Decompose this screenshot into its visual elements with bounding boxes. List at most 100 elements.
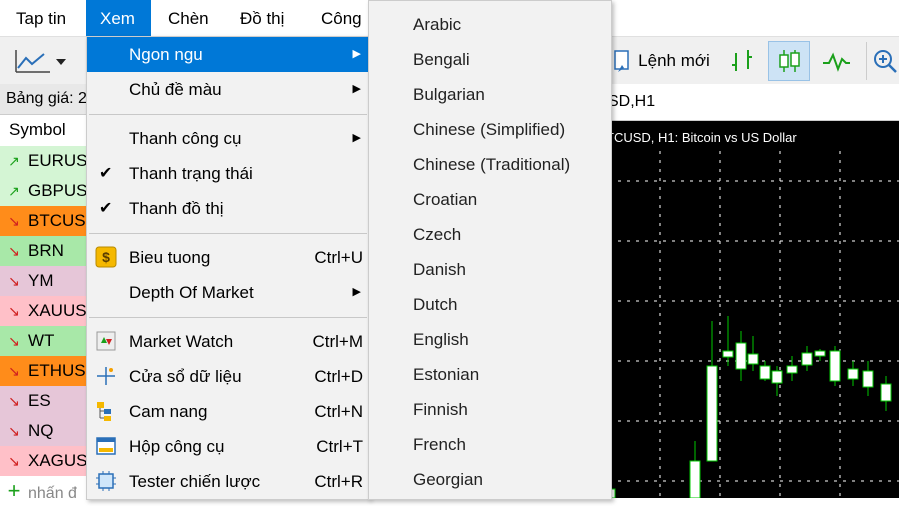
view-menu-item-depth-of-market[interactable]: Depth Of Market ▶ — [87, 275, 369, 310]
symbol-name: XAUUS — [28, 301, 87, 320]
language-item-croatian[interactable]: Croatian — [413, 182, 477, 217]
candle-body — [689, 460, 701, 499]
menu-item-label: Tester chiến lược — [129, 472, 261, 491]
menu-item-shortcut: Ctrl+D — [314, 367, 363, 386]
language-item-dutch[interactable]: Dutch — [413, 287, 457, 322]
market-watch-row[interactable]: ↘ XAUUS — [0, 296, 90, 326]
chart-tab[interactable]: SD,H1 — [600, 84, 899, 121]
arrow-down-icon: ↘ — [8, 423, 20, 439]
arrow-down-icon: ↘ — [8, 303, 20, 319]
menu-file[interactable]: Tap tin — [2, 0, 80, 36]
view-menu-item-c-a-s-d-li-u[interactable]: Cửa sổ dữ liệu Ctrl+D — [87, 359, 369, 394]
price-chart — [600, 151, 899, 499]
menu-item-shortcut: Ctrl+U — [314, 248, 363, 267]
arrow-down-icon: ↘ — [8, 333, 20, 349]
menu-item-label: Thanh trạng thái — [129, 164, 253, 183]
menu-item-label: Ngon ngu — [129, 45, 203, 64]
market-watch-row[interactable]: ↘ BTCUS — [0, 206, 90, 236]
new-order-icon — [614, 50, 629, 72]
symbol-name: YM — [28, 271, 54, 290]
market-watch-header: Bảng giá: 2 — [0, 84, 96, 115]
menu-item-label: Bieu tuong — [129, 248, 211, 267]
symbol-name: BTCUS — [28, 211, 86, 230]
menu-insert[interactable]: Chèn — [154, 0, 223, 36]
view-menu-item-thanh-th-[interactable]: ✔ Thanh đồ thị — [87, 191, 369, 226]
menu-item-label: Thanh đồ thị — [129, 199, 224, 218]
data-window-icon — [97, 367, 115, 385]
candlestick-button[interactable] — [768, 41, 810, 81]
menu-separator — [89, 233, 367, 234]
dollar-symbol-icon: $ — [95, 246, 117, 268]
market-watch-row[interactable]: ↗ GBPUS — [0, 176, 90, 206]
menu-item-label: Cửa sổ dữ liệu — [129, 367, 242, 386]
menu-view[interactable]: Xem — [86, 0, 151, 36]
zoom-in-button[interactable] — [866, 42, 899, 80]
language-item-arabic[interactable]: Arabic — [413, 7, 461, 42]
symbol-name: ES — [28, 391, 51, 410]
arrow-down-icon: ↘ — [8, 393, 20, 409]
view-menu-item-thanh-c-ng-c-[interactable]: Thanh công cụ ▶ — [87, 121, 369, 156]
view-menu-item-ngon-ngu[interactable]: Ngon ngu ▶ — [87, 37, 369, 72]
menu-item-shortcut: Ctrl+R — [314, 472, 363, 491]
symbol-name: NQ — [28, 421, 54, 440]
market-watch-row[interactable]: ↘ XAGUS — [0, 446, 90, 476]
view-menu-item-ch-m-u[interactable]: Chủ đề màu ▶ — [87, 72, 369, 107]
candle-body — [801, 352, 813, 366]
market-watch-row[interactable]: ↗ EURUS — [0, 146, 90, 176]
add-symbol-row[interactable]: + nhấn đ — [0, 476, 90, 506]
market-watch-row[interactable]: ↘ NQ — [0, 416, 90, 446]
menu-charts[interactable]: Đồ thị — [226, 0, 298, 36]
menu-item-label: Cam nang — [129, 402, 208, 421]
symbol-name: EURUS — [28, 151, 88, 170]
candle-body — [735, 342, 747, 370]
language-item-czech[interactable]: Czech — [413, 217, 461, 252]
bar-chart-button[interactable] — [722, 42, 762, 80]
toolbox-icon — [96, 437, 116, 455]
language-item-georgian[interactable]: Georgian — [413, 462, 483, 497]
menu-item-label: Market Watch — [129, 332, 234, 351]
candle-body — [847, 368, 859, 380]
view-menu-item-thanh-tr-ng-th-i[interactable]: ✔ Thanh trạng thái — [87, 156, 369, 191]
chart-area[interactable] — [600, 121, 899, 499]
language-item-bulgarian[interactable]: Bulgarian — [413, 77, 485, 112]
market-watch-row[interactable]: ↘ ES — [0, 386, 90, 416]
line-chart-green-icon — [823, 52, 850, 72]
market-watch-row[interactable]: ↘ BRN — [0, 236, 90, 266]
language-item-french[interactable]: French — [413, 427, 466, 462]
new-order-button[interactable]: Lệnh mới — [606, 42, 716, 80]
chart-symbol-label: TCUSD, H1: Bitcoin vs US Dollar — [606, 130, 797, 145]
view-menu: Ngon ngu ▶ Chủ đề màu ▶ Thanh công cụ ▶ ✔ Thanh… — [86, 36, 370, 500]
market-watch-row[interactable]: ↘ YM — [0, 266, 90, 296]
view-menu-item-h-p-c-ng-c-[interactable]: Hộp công cụ Ctrl+T — [87, 429, 369, 464]
language-item-estonian[interactable]: Estonian — [413, 357, 479, 392]
view-menu-item-tester-chi-n-l-c[interactable]: Tester chiến lược Ctrl+R — [87, 464, 369, 499]
market-watch-row[interactable]: ↘ ETHUS — [0, 356, 90, 386]
menu-separator — [89, 114, 367, 115]
language-item-bengali[interactable]: Bengali — [413, 42, 470, 77]
menu-item-shortcut: Ctrl+T — [316, 437, 363, 456]
language-item-finnish[interactable]: Finnish — [413, 392, 468, 427]
language-item-english[interactable]: English — [413, 322, 469, 357]
language-item-chinese-traditional[interactable]: Chinese (Traditional) — [413, 147, 570, 182]
arrow-down-icon: ↘ — [8, 363, 20, 379]
market-watch-row[interactable]: ↘ WT — [0, 326, 90, 356]
menu-tools[interactable]: Công — [307, 0, 376, 36]
chart-type-button[interactable] — [10, 43, 74, 79]
language-item-danish[interactable]: Danish — [413, 252, 466, 287]
candle-body — [862, 370, 874, 388]
candle-body — [829, 350, 841, 382]
zoom-in-icon — [874, 50, 897, 73]
arrow-down-icon: ↘ — [8, 453, 20, 469]
view-menu-item-cam-nang[interactable]: Cam nang Ctrl+N — [87, 394, 369, 429]
line-chart-button[interactable] — [816, 42, 856, 80]
language-item-chinese-simplified[interactable]: Chinese (Simplified) — [413, 112, 565, 147]
candle-body — [747, 353, 759, 365]
view-menu-item-bieu-tuong[interactable]: $ Bieu tuong Ctrl+U — [87, 240, 369, 275]
arrow-up-icon: ↗ — [8, 183, 20, 199]
menu-item-shortcut: Ctrl+M — [312, 332, 363, 351]
view-menu-item-market-watch[interactable]: Market Watch Ctrl+M — [87, 324, 369, 359]
symbol-column-header[interactable]: Symbol — [0, 115, 99, 145]
candle-body — [814, 350, 826, 357]
strategy-tester-icon — [96, 471, 116, 491]
candlestick-icon — [779, 50, 800, 72]
